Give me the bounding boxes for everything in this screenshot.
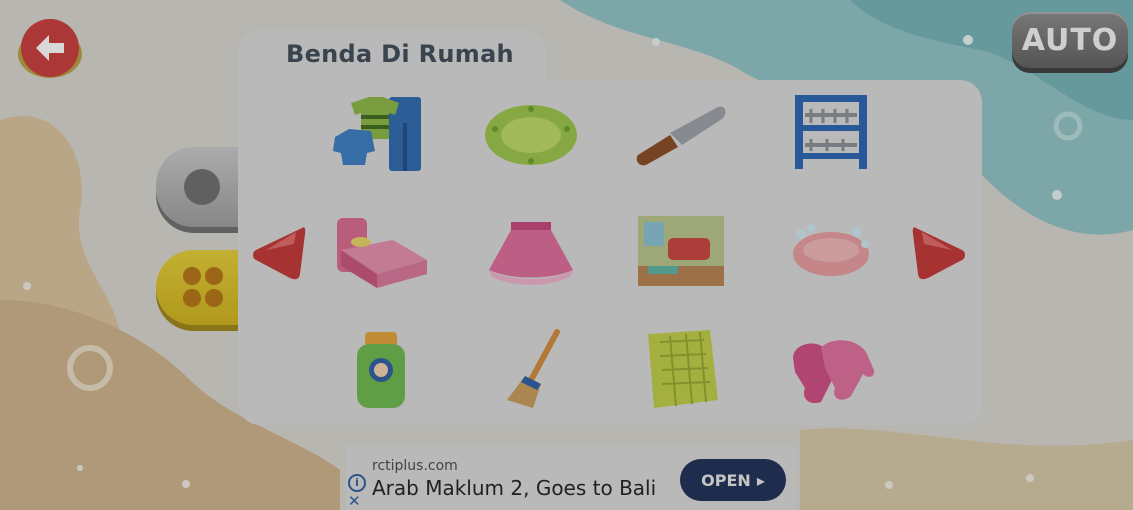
- close-icon[interactable]: ✕: [348, 494, 361, 509]
- clothes-item[interactable]: [331, 93, 431, 175]
- soap-dish-item[interactable]: [781, 210, 881, 292]
- bed-item[interactable]: [331, 210, 431, 292]
- play-triangle-icon: ▸: [756, 470, 765, 490]
- grid-dots-icon: [183, 267, 223, 307]
- knife-item[interactable]: [630, 93, 730, 175]
- ad-domain: rctiplus.com: [372, 458, 458, 474]
- plate-item[interactable]: [481, 93, 581, 175]
- mode-tab-yellow[interactable]: [156, 250, 246, 325]
- ad-open-button[interactable]: OPEN ▸: [680, 459, 786, 501]
- circle-icon: [184, 169, 220, 205]
- auto-button[interactable]: AUTO: [1012, 12, 1128, 68]
- shampoo-bottle-item[interactable]: [331, 328, 431, 410]
- prev-arrow-icon[interactable]: [250, 222, 306, 282]
- living-room-item[interactable]: [630, 210, 730, 292]
- ad-title[interactable]: Arab Maklum 2, Goes to Bali: [372, 476, 656, 500]
- ad-open-label: OPEN: [701, 470, 751, 490]
- broom-item[interactable]: [481, 328, 581, 410]
- category-title: Benda Di Rumah: [286, 40, 514, 68]
- next-arrow-icon[interactable]: [912, 222, 968, 282]
- mode-tab-gray[interactable]: [156, 147, 246, 227]
- back-arrow-icon[interactable]: [16, 18, 84, 80]
- dish-rack-item[interactable]: [781, 89, 881, 171]
- towel-item[interactable]: [630, 328, 730, 410]
- gloves-item[interactable]: [781, 328, 881, 410]
- skirt-item[interactable]: [481, 210, 581, 292]
- info-icon[interactable]: i: [348, 474, 366, 492]
